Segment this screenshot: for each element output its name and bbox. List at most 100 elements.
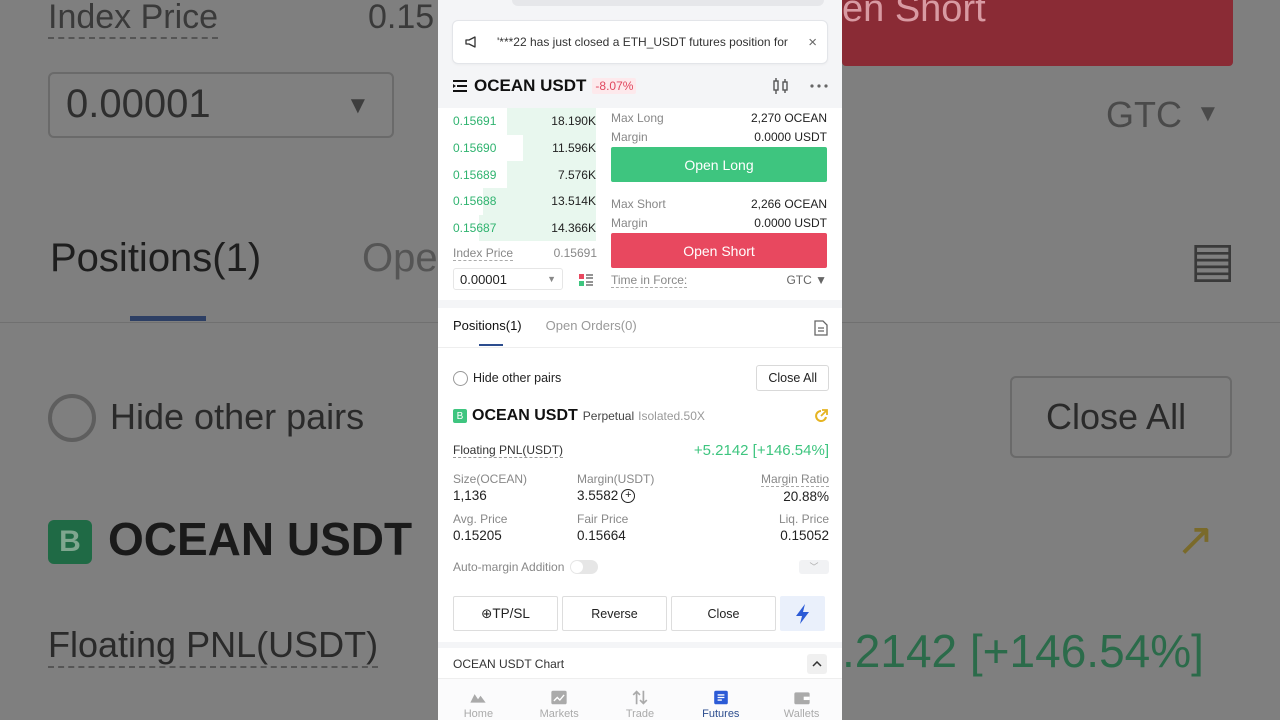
bg-tif-value: GTC	[1106, 94, 1182, 135]
hide-pairs-radio[interactable]	[453, 370, 468, 386]
bg-badge: B	[48, 520, 92, 564]
orderbook-price: 0.15690	[453, 141, 497, 156]
precision-select[interactable]: 0.00001 ▼	[453, 268, 563, 290]
orderbook-row[interactable]: 0.15688 13.514K	[438, 188, 600, 215]
orderbook-price: 0.15687	[453, 221, 497, 236]
bg-precision-value: 0.00001	[66, 82, 211, 126]
max-long-value: 2,270 OCEAN	[750, 110, 827, 125]
wallet-icon	[793, 692, 810, 705]
order-book: 0.15691 18.190K 0.15690 11.596K 0.15689 7.576…	[438, 108, 600, 242]
liq-price-label: Liq. Price	[778, 512, 829, 526]
orderbook-row[interactable]: 0.15690 11.596K	[438, 134, 600, 162]
orderbook-price: 0.15689	[453, 167, 497, 182]
open-long-button[interactable]: Open Long	[611, 147, 827, 182]
tpsl-button[interactable]: ⊕TP/SL	[453, 596, 558, 631]
nav-futures-label: Futures	[702, 708, 740, 720]
notification-ticker[interactable]: '***22 has just closed a ETH_USDT future…	[452, 20, 828, 64]
long-margin-value: 0.0000 USDT	[754, 129, 827, 144]
section-divider	[438, 300, 842, 308]
flash-close-button[interactable]	[780, 596, 825, 631]
fair-price-value: 0.15664	[577, 528, 626, 543]
tabs-divider	[438, 347, 842, 348]
top-strip	[512, 0, 824, 6]
more-icon[interactable]	[810, 84, 828, 88]
margin-value-row: 3.5582 +	[577, 488, 703, 503]
max-short-label: Max Short	[611, 196, 666, 211]
candlestick-icon[interactable]	[772, 78, 790, 94]
add-margin-icon[interactable]: +	[621, 488, 636, 503]
nav-markets-label: Markets	[539, 708, 579, 720]
max-long-label: Max Long	[611, 110, 664, 125]
avg-price-cell: Avg. Price 0.15205	[453, 512, 577, 543]
margin-value: 3.5582	[577, 488, 619, 503]
section-divider-2	[438, 642, 842, 648]
share-icon[interactable]	[813, 408, 829, 424]
chevron-up-icon	[812, 661, 822, 667]
chart-section-label: OCEAN USDT Chart	[453, 657, 565, 671]
megaphone-icon	[465, 36, 476, 48]
hide-pairs-label[interactable]: Hide other pairs	[473, 371, 561, 385]
top-bar: '***22 has just closed a ETH_USDT future…	[438, 0, 842, 108]
close-icon[interactable]: ×	[808, 34, 817, 51]
collapse-chevron-icon[interactable]	[807, 654, 827, 674]
tab-open-orders[interactable]: Open Orders(0)	[546, 318, 637, 348]
close-all-button[interactable]: Close All	[756, 365, 829, 391]
nav-markets[interactable]: Markets	[519, 679, 600, 720]
orderbook-qty: 14.366K	[551, 221, 596, 236]
bg-floating-pnl: Floating PNL(USDT)	[48, 624, 379, 668]
nav-trade[interactable]: Trade	[600, 679, 681, 720]
time-in-force-select[interactable]: GTC ▼	[786, 273, 827, 288]
bg-orders-tab: Ope	[362, 236, 438, 280]
pair-title[interactable]: OCEAN USDT	[474, 76, 586, 96]
orderbook-row[interactable]: 0.15687 14.366K	[438, 214, 600, 242]
orderbook-layout-icon[interactable]	[578, 273, 594, 287]
bg-hide-pairs: Hide other pairs	[110, 396, 365, 437]
margin-ratio-cell: Margin Ratio 20.88%	[703, 472, 829, 504]
open-short-button[interactable]: Open Short	[611, 233, 827, 268]
bg-tab-underline	[130, 316, 206, 321]
long-margin-label: Margin	[611, 129, 648, 144]
orderbook-price: 0.15688	[453, 194, 497, 209]
orderbook-row[interactable]: 0.15691 18.190K	[438, 108, 600, 135]
close-position-button[interactable]: Close	[671, 596, 776, 631]
order-panel: Max Long 2,270 OCEAN Margin 0.0000 USDT Op…	[611, 108, 827, 268]
orderbook-qty: 18.190K	[551, 114, 596, 129]
size-value: 1,136	[453, 488, 487, 503]
short-margin-row: Margin 0.0000 USDT	[611, 213, 827, 232]
expand-chevron-icon[interactable]: ﹀	[799, 560, 829, 574]
bg-tif-caret: ▼	[1196, 100, 1220, 127]
time-in-force-row: Time in Force: GTC ▼	[611, 273, 827, 288]
markets-icon	[551, 690, 567, 705]
auto-margin-label: Auto-margin Addition	[453, 560, 565, 574]
pair-menu-icon[interactable]	[452, 79, 468, 93]
fair-price-cell: Fair Price 0.15664	[577, 512, 703, 543]
avg-price-value: 0.15205	[453, 528, 502, 543]
document-icon[interactable]	[814, 320, 828, 336]
chevron-down-icon: ▼	[547, 274, 556, 284]
chart-section[interactable]: OCEAN USDT Chart	[453, 654, 827, 674]
header-actions	[772, 78, 828, 94]
filter-row: Hide other pairs Close All	[453, 364, 829, 392]
home-icon	[470, 694, 487, 703]
phone-screen: '***22 has just closed a ETH_USDT future…	[438, 0, 842, 720]
nav-home[interactable]: Home	[438, 679, 519, 720]
tab-positions[interactable]: Positions(1)	[453, 318, 522, 348]
liq-price-cell: Liq. Price 0.15052	[703, 512, 829, 543]
floating-pnl-row: Floating PNL(USDT) +5.2142 [+146.54%]	[453, 442, 829, 459]
index-price-row: Index Price 0.15691	[453, 246, 597, 261]
floating-pnl-label: Floating PNL(USDT)	[453, 443, 564, 458]
bg-index-price-value: 0.15	[368, 0, 435, 36]
bottom-nav: Home Markets Trade Futures Wallets	[438, 678, 842, 720]
auto-margin-toggle[interactable]	[570, 560, 599, 574]
nav-futures[interactable]: Futures	[680, 679, 761, 720]
margin-cell: Margin(USDT) 3.5582 +	[577, 472, 703, 504]
bg-radio	[48, 394, 96, 442]
nav-wallets[interactable]: Wallets	[761, 679, 842, 720]
reverse-button[interactable]: Reverse	[562, 596, 667, 631]
size-cell: Size(OCEAN) 1,136	[453, 472, 577, 504]
avg-price-label: Avg. Price	[453, 512, 508, 526]
bg-open-short-label: en Short	[842, 0, 986, 30]
orderbook-row[interactable]: 0.15689 7.576K	[438, 161, 600, 189]
nav-home-label: Home	[463, 708, 494, 720]
bg-precision-caret: ▼	[346, 92, 370, 119]
